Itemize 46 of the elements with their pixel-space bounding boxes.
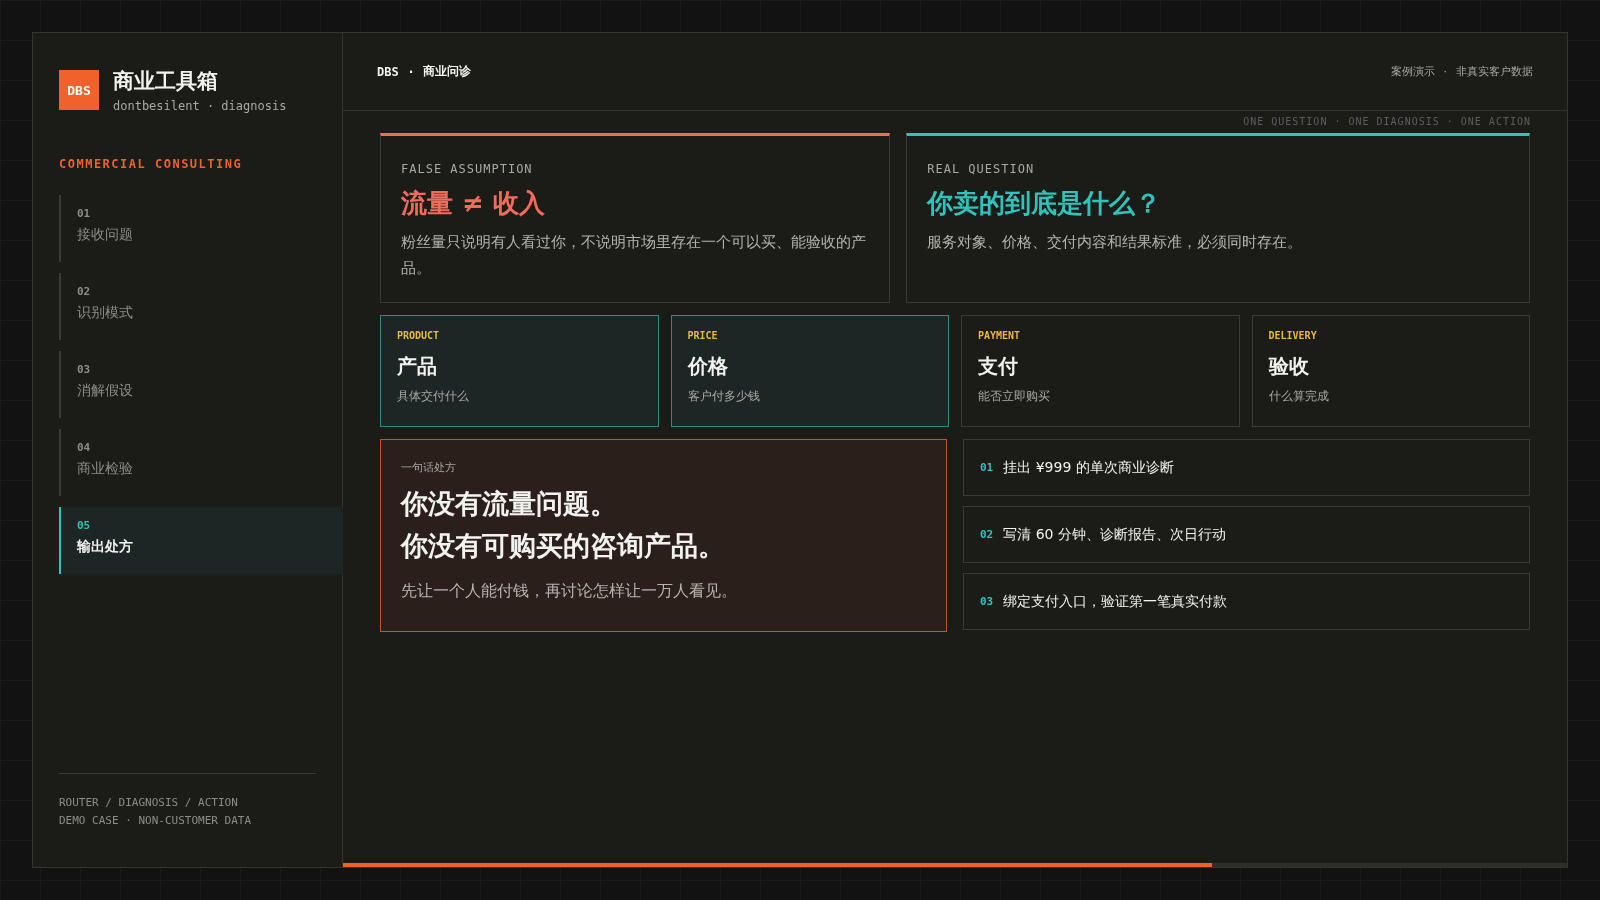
prescription-label: 一句话处方 xyxy=(401,460,457,475)
action-text: 绑定支付入口，验证第一笔真实付款 xyxy=(1003,592,1228,611)
separator-text: · xyxy=(408,64,414,79)
pillar-label: PRICE xyxy=(687,330,719,341)
pillar-title: 支付 xyxy=(978,353,1019,380)
footer-text: DEMO CASE · NON-CUSTOMER DATA xyxy=(59,814,253,827)
pillar-title: 产品 xyxy=(397,353,438,380)
card-headline: 你卖的到底是什么？ xyxy=(927,187,1163,220)
action-text: 挂出 ¥999 的单次商业诊断 xyxy=(1003,458,1174,477)
tagline: ONE QUESTION · ONE DIAGNOSIS · ONE ACTION xyxy=(1243,116,1531,127)
card-body: 服务对象、价格、交付内容和结果标准，必须同时存在。 xyxy=(927,232,1304,253)
action-number: 01 xyxy=(980,461,994,474)
card-headline: 流量 ≠ 收入 xyxy=(401,187,546,220)
prescription-headline: 你没有可购买的咨询产品。 xyxy=(401,528,726,563)
app-title: 商业工具箱 xyxy=(113,68,219,95)
pillar-title: 验收 xyxy=(1268,353,1310,380)
logo: DBS xyxy=(59,70,99,110)
page-title: 商业问诊 xyxy=(423,63,472,80)
brand-text: DBS xyxy=(377,64,399,79)
pillar-label: DELIVERY xyxy=(1268,330,1318,341)
step-item[interactable]: 01 接收问题 xyxy=(59,195,343,262)
prescription-body: 先让一个人能付钱，再讨论怎样让一万人看见。 xyxy=(401,580,738,602)
separator-text: · xyxy=(1443,65,1447,78)
footer-text: ROUTER / DIAGNOSIS / ACTION xyxy=(59,796,239,809)
card-body: 粉丝量只说明有人看过你，不说明市场里存在一个可以买、能验收的产品。 xyxy=(401,232,867,280)
action-number: 03 xyxy=(980,595,994,608)
note-text: 案例演示 xyxy=(1390,64,1435,79)
pillar-description: 能否立即购买 xyxy=(978,388,1051,405)
pillar-label: PRODUCT xyxy=(397,330,441,341)
step-item[interactable]: 03 消解假设 xyxy=(59,351,343,418)
pillar-description: 什么算完成 xyxy=(1268,388,1330,405)
pillar-description: 具体交付什么 xyxy=(397,388,470,405)
step-item[interactable]: 05 输出处方 xyxy=(59,507,343,574)
card-label: REAL QUESTION xyxy=(927,162,1036,176)
action-text: 写清 60 分钟、诊断报告、次日行动 xyxy=(1003,525,1226,544)
step-item[interactable]: 04 商业检验 xyxy=(59,429,343,496)
section-heading: COMMERCIAL CONSULTING xyxy=(59,157,244,171)
pillar-title: 价格 xyxy=(687,353,729,380)
action-number: 02 xyxy=(980,528,994,541)
prescription-headline: 你没有流量问题。 xyxy=(401,487,618,521)
app-subtitle: dontbesilent · diagnosis xyxy=(113,99,287,113)
note-text: 非真实客户数据 xyxy=(1456,64,1533,79)
pillar-description: 客户付多少钱 xyxy=(687,388,761,405)
step-item[interactable]: 02 识别模式 xyxy=(59,273,343,340)
pillar-label: PAYMENT xyxy=(978,330,1022,341)
card-label: FALSE ASSUMPTION xyxy=(401,162,534,176)
